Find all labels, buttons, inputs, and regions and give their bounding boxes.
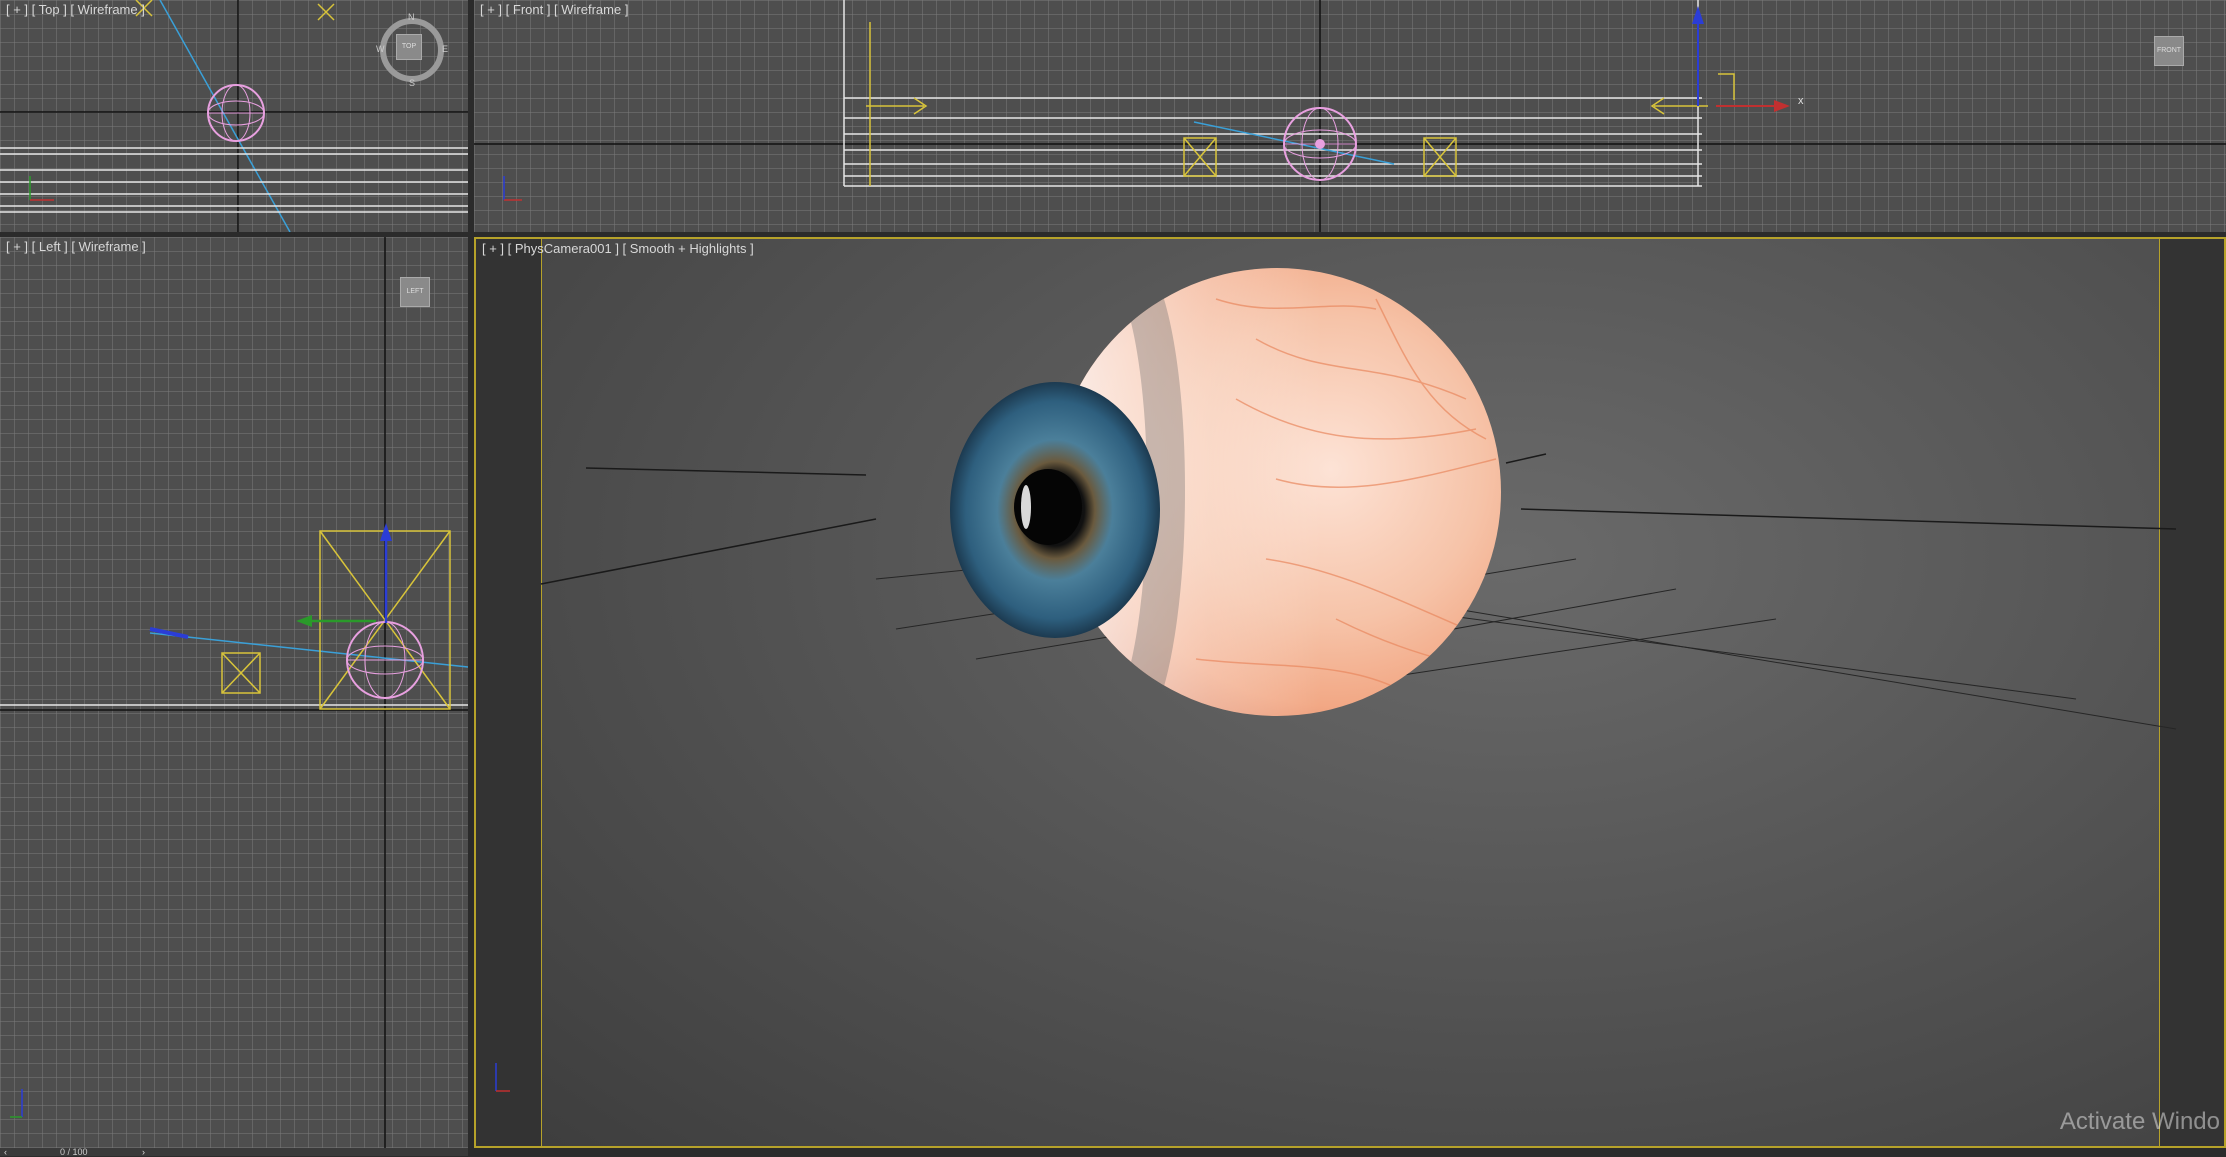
- timeline-frame[interactable]: 0 / 100: [60, 1148, 88, 1157]
- viewcube-front[interactable]: FRONT: [2154, 36, 2184, 66]
- camera-target-line: [159, 0, 291, 232]
- viewport-label-top[interactable]: [ + ] [ Top ] [ Wireframe ]: [6, 2, 145, 17]
- specular-highlight: [1021, 485, 1031, 529]
- timeline-strip[interactable]: ‹ 0 / 100 ›: [0, 1148, 468, 1157]
- front-viewport[interactable]: [ + ] [ Front ] [ Wireframe ] x FRONT: [474, 0, 2226, 232]
- camera-target-line: [1193, 121, 1395, 165]
- eyeball-render: [950, 268, 1501, 716]
- timeline-prev-icon[interactable]: ‹: [4, 1148, 7, 1157]
- timeline-next-icon[interactable]: ›: [142, 1148, 145, 1157]
- axis-tripod-camera: [495, 1063, 510, 1092]
- camera-viewport[interactable]: [ + ] [ PhysCamera001 ] [ Smooth + Highl…: [474, 237, 2226, 1148]
- camera-viewport-scene: [495, 268, 2177, 1092]
- viewcube-left[interactable]: LEFT: [400, 277, 430, 307]
- viewport-label-left[interactable]: [ + ] [ Left ] [ Wireframe ]: [6, 239, 146, 254]
- compass-west: W: [376, 44, 385, 54]
- lights-front: [866, 22, 1708, 186]
- activate-windows-watermark: Activate Windo: [2059, 1108, 2220, 1135]
- move-gizmo-front: [1692, 6, 1790, 112]
- ground-box-front: [843, 0, 1702, 187]
- left-viewport-scene: [0, 237, 468, 1148]
- viewport-label-front[interactable]: [ + ] [ Front ] [ Wireframe ]: [480, 2, 628, 17]
- compass-east: E: [442, 44, 449, 54]
- compass-south: S: [409, 78, 416, 88]
- axis-tripod-left: [10, 1089, 23, 1118]
- viewcube-top[interactable]: TOP: [396, 34, 422, 60]
- axis-tripod-front: [503, 176, 522, 201]
- compass-north: N: [408, 12, 415, 22]
- front-axis-x-label: x: [1798, 95, 1804, 107]
- left-viewport[interactable]: [ + ] [ Left ] [ Wireframe ] LEFT: [0, 237, 468, 1148]
- eyeball-wire-top: [207, 84, 265, 142]
- compass-ring-icon[interactable]: TOP: [380, 18, 444, 82]
- camera-target-line: [149, 632, 468, 668]
- front-viewport-scene: x: [474, 0, 2226, 232]
- ground-lines: [0, 147, 468, 213]
- top-viewport[interactable]: [ + ] [ Top ] [ Wireframe ] TOP N S E W: [0, 0, 468, 232]
- viewport-label-camera[interactable]: [ + ] [ PhysCamera001 ] [ Smooth + Highl…: [482, 241, 754, 256]
- axis-tripod-top: [29, 176, 54, 201]
